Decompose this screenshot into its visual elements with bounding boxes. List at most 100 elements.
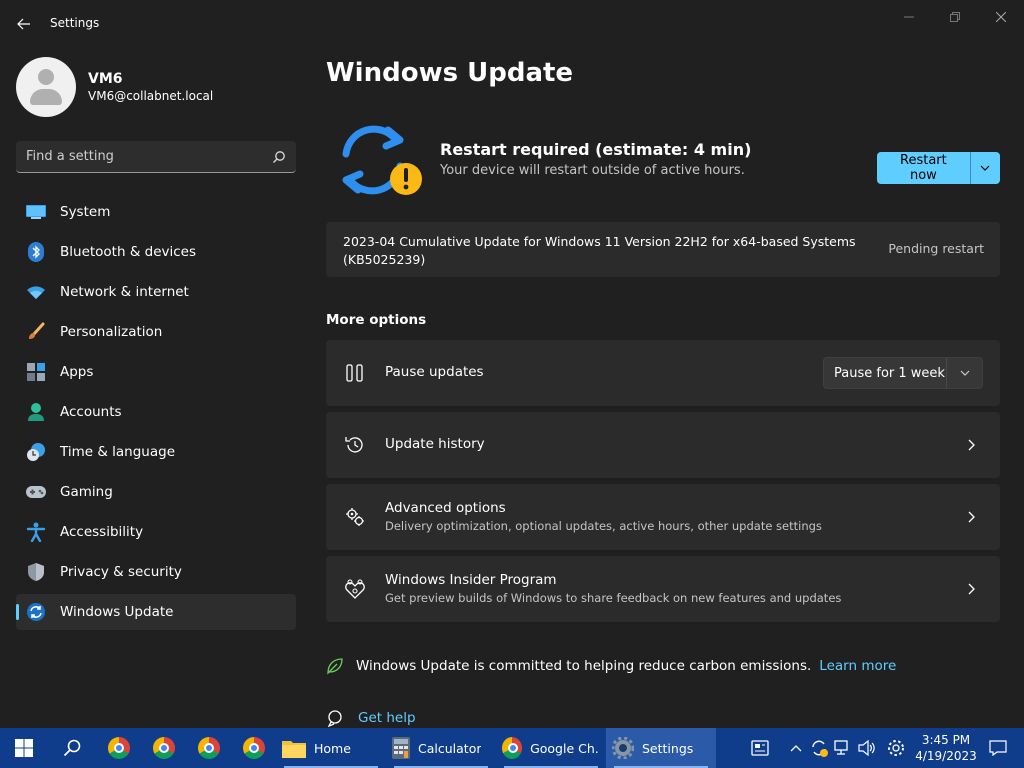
taskbar-chrome-pin-4[interactable]	[231, 728, 276, 768]
windows-logo-icon	[15, 739, 33, 757]
taskbar-app-chrome[interactable]: Google Ch...	[496, 728, 606, 768]
taskbar-chrome-pin-2[interactable]	[141, 728, 186, 768]
taskbar-search-button[interactable]	[48, 728, 96, 768]
back-arrow-icon	[17, 18, 30, 30]
update-history-card[interactable]: Update history	[326, 412, 1000, 478]
title-bar: Settings	[0, 0, 1024, 48]
chrome-icon	[242, 737, 265, 759]
pending-update-item: 2023-04 Cumulative Update for Windows 11…	[326, 222, 1000, 277]
update-pending-tray-icon	[812, 740, 828, 757]
get-help-link[interactable]: Get help	[358, 710, 416, 726]
update-status-label: Pending restart	[888, 241, 984, 256]
app-title: Settings	[50, 16, 100, 30]
shield-icon	[26, 562, 46, 582]
sidebar-item-accessibility[interactable]: Accessibility	[16, 514, 296, 550]
taskbar-app-home[interactable]: Home	[276, 728, 386, 768]
show-hidden-icons-button[interactable]	[786, 728, 806, 768]
taskbar-chrome-pin-1[interactable]	[96, 728, 141, 768]
news-icon	[751, 740, 769, 756]
chrome-icon	[107, 737, 130, 759]
sidebar-item-bluetooth[interactable]: Bluetooth & devices	[16, 234, 296, 270]
chrome-icon	[152, 737, 175, 759]
sidebar-item-gaming[interactable]: Gaming	[16, 474, 296, 510]
taskbar-app-settings[interactable]: Settings	[606, 728, 716, 768]
file-explorer-icon	[282, 741, 306, 758]
status-title: Restart required (estimate: 4 min)	[440, 140, 752, 159]
carbon-notice: Windows Update is committed to helping r…	[326, 657, 896, 675]
pause-updates-card: Pause updates Pause for 1 week	[326, 340, 1000, 406]
settings-gear-icon	[612, 737, 634, 759]
sync-warning-icon	[336, 122, 426, 198]
leaf-icon	[327, 658, 343, 675]
network-tray-button[interactable]	[832, 728, 854, 768]
apps-icon	[26, 362, 46, 382]
taskbar-clock[interactable]: 3:45 PM 4/19/2023	[912, 728, 980, 768]
chrome-icon	[197, 737, 220, 759]
insider-program-description: Get preview builds of Windows to share f…	[385, 591, 842, 605]
update-name: 2023-04 Cumulative Update for Windows 11…	[343, 234, 856, 267]
sidebar-item-accounts[interactable]: Accounts	[16, 394, 296, 430]
search-icon	[63, 739, 81, 757]
pause-duration-select[interactable]: Pause for 1 week	[823, 357, 983, 389]
advanced-options-card[interactable]: Advanced options Delivery optimization, …	[326, 484, 1000, 550]
profile-email: VM6@collabnet.local	[88, 89, 214, 103]
notification-icon	[989, 740, 1007, 756]
minimize-button[interactable]	[886, 4, 932, 30]
accessibility-icon	[26, 522, 46, 542]
pause-updates-label: Pause updates	[385, 364, 484, 380]
search-box[interactable]	[16, 141, 296, 173]
gamepad-icon	[26, 482, 46, 502]
status-subtitle: Your device will restart outside of acti…	[440, 163, 745, 178]
search-icon[interactable]	[272, 150, 286, 164]
sidebar-item-network[interactable]: Network & internet	[16, 274, 296, 310]
brush-icon	[26, 322, 46, 342]
learn-more-link[interactable]: Learn more	[819, 658, 896, 674]
chevron-up-icon	[790, 745, 802, 752]
close-button[interactable]	[978, 4, 1024, 30]
help-chat-icon	[327, 710, 342, 727]
chevron-right-icon	[962, 507, 982, 527]
restart-now-button[interactable]: Restart now	[877, 152, 970, 184]
maximize-button[interactable]	[932, 4, 978, 30]
gears-icon	[343, 505, 367, 529]
carbon-text: Windows Update is committed to helping r…	[356, 658, 812, 674]
clock-date: 4/19/2023	[915, 749, 977, 763]
sidebar-item-windows-update[interactable]: Windows Update	[16, 594, 296, 630]
taskbar-app-calculator[interactable]: Calculator	[386, 728, 496, 768]
sidebar-item-privacy-security[interactable]: Privacy & security	[16, 554, 296, 590]
sidebar-item-system[interactable]: System	[16, 194, 296, 230]
restart-options-button[interactable]	[969, 152, 1000, 184]
pause-duration-value: Pause for 1 week	[834, 365, 945, 381]
profile-name: VM6	[88, 71, 123, 87]
settings-tray-button[interactable]	[884, 728, 908, 768]
insider-program-card[interactable]: Windows Insider Program Get preview buil…	[326, 556, 1000, 622]
page-title: Windows Update	[326, 58, 574, 88]
news-widget-button[interactable]	[746, 728, 774, 768]
speaker-icon	[858, 740, 875, 756]
chevron-down-icon	[980, 165, 990, 171]
avatar	[16, 57, 76, 117]
sidebar-item-personalization[interactable]: Personalization	[16, 314, 296, 350]
taskbar-chrome-pin-3[interactable]	[186, 728, 231, 768]
close-icon	[996, 12, 1006, 22]
update-tray-button[interactable]	[808, 728, 830, 768]
insider-program-label: Windows Insider Program	[385, 572, 557, 588]
pause-icon	[343, 361, 367, 385]
get-help-link-row[interactable]: Get help	[326, 709, 416, 727]
restart-button-group: Restart now	[877, 152, 1000, 184]
user-profile[interactable]: VM6 VM6@collabnet.local	[16, 57, 213, 117]
search-input[interactable]	[26, 149, 272, 164]
advanced-options-description: Delivery optimization, optional updates,…	[385, 519, 822, 533]
start-button[interactable]	[0, 728, 48, 768]
insider-hearts-icon	[343, 577, 367, 601]
notifications-button[interactable]	[984, 728, 1012, 768]
more-options-heading: More options	[326, 312, 427, 328]
sidebar-item-time-language[interactable]: Time & language	[16, 434, 296, 470]
chevron-right-icon	[962, 579, 982, 599]
calculator-icon	[392, 737, 410, 759]
volume-tray-button[interactable]	[856, 728, 878, 768]
back-button[interactable]	[12, 12, 36, 36]
restore-icon	[950, 12, 960, 22]
sidebar-item-apps[interactable]: Apps	[16, 354, 296, 390]
accounts-icon	[26, 402, 46, 422]
